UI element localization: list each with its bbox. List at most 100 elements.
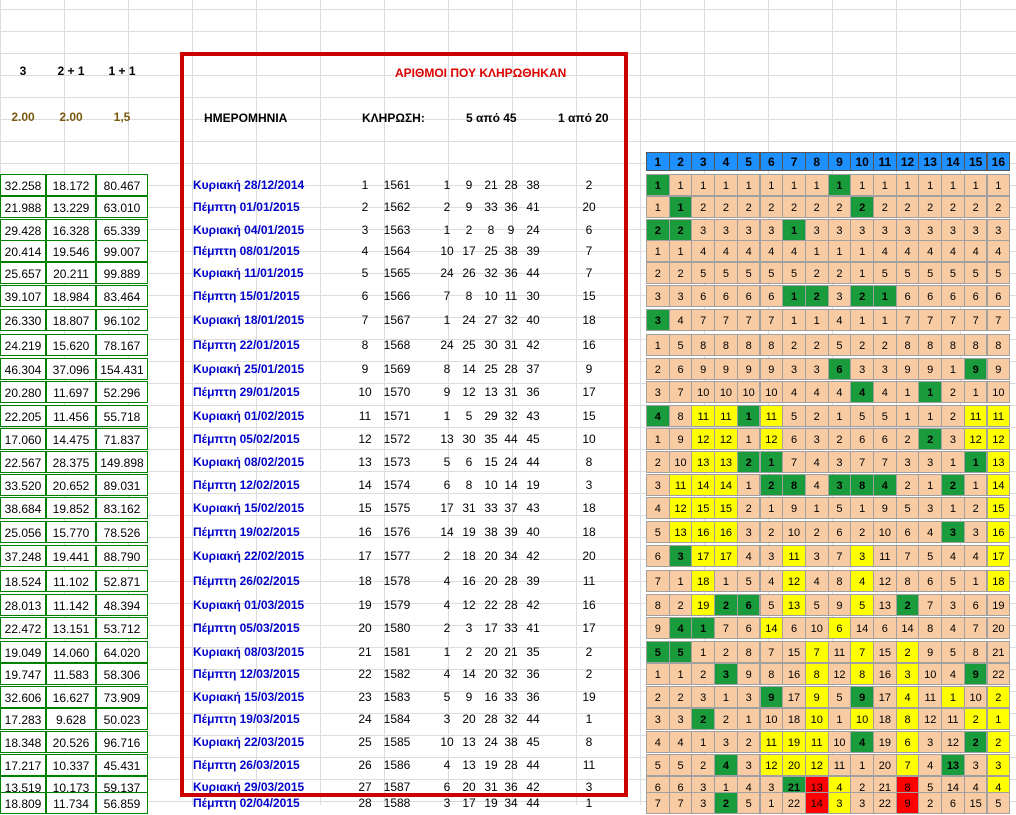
frequency-cell[interactable]: 1 — [668, 663, 693, 685]
frequency-cell[interactable]: 9 — [850, 686, 874, 708]
frequency-cell[interactable]: 5 — [804, 594, 829, 616]
frequency-cell[interactable]: 18 — [691, 570, 716, 592]
frequency-cell[interactable]: 4 — [986, 240, 1011, 262]
frequency-cell[interactable]: 20 — [782, 754, 806, 776]
frequency-cell[interactable]: 10 — [827, 731, 852, 753]
frequency-cell[interactable]: 1 — [759, 792, 784, 814]
frequency-cell[interactable]: 15 — [986, 497, 1011, 519]
frequency-cell[interactable]: 2 — [963, 497, 988, 519]
frequency-cell[interactable]: 9 — [963, 358, 988, 380]
odds-cell[interactable]: 88.790 — [96, 545, 148, 567]
odds-cell[interactable]: 20.211 — [46, 262, 96, 284]
frequency-cell[interactable]: 2 — [986, 731, 1011, 753]
frequency-cell[interactable]: 2 — [963, 708, 988, 730]
frequency-cell[interactable]: 5 — [736, 262, 761, 284]
frequency-cell[interactable]: 3 — [691, 792, 716, 814]
frequency-cell[interactable]: 2 — [941, 405, 965, 427]
frequency-cell[interactable]: 3 — [895, 451, 920, 473]
frequency-cell[interactable]: 2 — [759, 474, 784, 496]
frequency-cell[interactable]: 22 — [873, 792, 897, 814]
frequency-cell[interactable]: 3 — [646, 708, 670, 730]
frequency-cell[interactable]: 1 — [963, 174, 988, 196]
odds-cell[interactable]: 22.205 — [0, 405, 46, 427]
frequency-cell[interactable]: 4 — [646, 497, 670, 519]
frequency-cell[interactable]: 8 — [736, 334, 761, 356]
frequency-cell[interactable]: 8 — [759, 663, 784, 685]
frequency-cell[interactable]: 5 — [646, 521, 670, 543]
frequency-cell[interactable]: 1 — [963, 451, 988, 473]
frequency-cell[interactable]: 5 — [827, 686, 852, 708]
frequency-cell[interactable]: 6 — [895, 731, 920, 753]
odds-cell[interactable]: 22.567 — [0, 451, 46, 473]
frequency-cell[interactable]: 1 — [691, 731, 716, 753]
frequency-cell[interactable]: 2 — [736, 731, 761, 753]
frequency-cell[interactable]: 3 — [918, 497, 943, 519]
frequency-cell[interactable]: 1 — [986, 174, 1011, 196]
frequency-cell[interactable]: 2 — [759, 521, 784, 543]
frequency-cell[interactable]: 7 — [691, 309, 716, 331]
frequency-cell[interactable]: 10 — [736, 381, 761, 403]
frequency-cell[interactable]: 13 — [782, 594, 806, 616]
odds-cell[interactable]: 11.456 — [46, 405, 96, 427]
frequency-cell[interactable]: 5 — [646, 754, 670, 776]
odds-cell[interactable]: 37.096 — [46, 358, 96, 380]
odds-cell[interactable]: 11.734 — [46, 792, 96, 814]
frequency-cell[interactable]: 8 — [895, 334, 920, 356]
frequency-cell[interactable]: 1 — [691, 641, 716, 663]
frequency-cell[interactable]: 5 — [646, 641, 670, 663]
frequency-cell[interactable]: 4 — [804, 381, 829, 403]
frequency-cell[interactable]: 7 — [963, 617, 988, 639]
frequency-cell[interactable]: 3 — [646, 381, 670, 403]
frequency-cell[interactable]: 15 — [691, 497, 716, 519]
frequency-cell[interactable]: 3 — [714, 663, 738, 685]
frequency-cell[interactable]: 1 — [736, 174, 761, 196]
frequency-cell[interactable]: 2 — [986, 196, 1011, 218]
frequency-cell[interactable]: 2 — [804, 196, 829, 218]
odds-cell[interactable]: 24.219 — [0, 334, 46, 356]
frequency-cell[interactable]: 6 — [941, 792, 965, 814]
odds-cell[interactable]: 14.475 — [46, 428, 96, 450]
frequency-cell[interactable]: 3 — [827, 451, 852, 473]
frequency-cell[interactable]: 1 — [850, 240, 874, 262]
frequency-cell[interactable]: 12 — [827, 663, 852, 685]
frequency-cell[interactable]: 3 — [918, 451, 943, 473]
frequency-cell[interactable]: 5 — [850, 405, 874, 427]
frequency-cell[interactable]: 2 — [668, 262, 693, 284]
frequency-cell[interactable]: 4 — [668, 309, 693, 331]
frequency-cell[interactable]: 2 — [827, 428, 852, 450]
frequency-cell[interactable]: 1 — [918, 381, 943, 403]
frequency-cell[interactable]: 3 — [668, 285, 693, 307]
frequency-cell[interactable]: 8 — [736, 641, 761, 663]
frequency-cell[interactable]: 8 — [827, 570, 852, 592]
frequency-cell[interactable]: 4 — [782, 240, 806, 262]
frequency-cell[interactable]: 2 — [804, 521, 829, 543]
frequency-cell[interactable]: 1 — [850, 174, 874, 196]
frequency-cell[interactable]: 15 — [782, 641, 806, 663]
frequency-cell[interactable]: 2 — [646, 262, 670, 284]
frequency-cell[interactable]: 10 — [714, 381, 738, 403]
frequency-cell[interactable]: 9 — [759, 686, 784, 708]
frequency-cell[interactable]: 13 — [691, 451, 716, 473]
frequency-cell[interactable]: 1 — [804, 240, 829, 262]
frequency-cell[interactable]: 1 — [646, 334, 670, 356]
frequency-cell[interactable]: 2 — [646, 451, 670, 473]
frequency-cell[interactable]: 11 — [691, 405, 716, 427]
odds-cell[interactable]: 19.049 — [0, 641, 46, 663]
frequency-cell[interactable]: 2 — [668, 686, 693, 708]
frequency-cell[interactable]: 6 — [941, 285, 965, 307]
frequency-cell[interactable]: 17 — [714, 545, 738, 567]
odds-cell[interactable]: 33.520 — [0, 474, 46, 496]
frequency-cell[interactable]: 10 — [782, 521, 806, 543]
odds-cell[interactable]: 37.248 — [0, 545, 46, 567]
frequency-cell[interactable]: 1 — [714, 174, 738, 196]
frequency-cell[interactable]: 3 — [646, 309, 670, 331]
frequency-cell[interactable]: 9 — [963, 663, 988, 685]
frequency-cell[interactable]: 4 — [646, 405, 670, 427]
frequency-cell[interactable]: 3 — [873, 219, 897, 241]
frequency-cell[interactable]: 5 — [941, 262, 965, 284]
odds-cell[interactable]: 26.330 — [0, 309, 46, 331]
frequency-cell[interactable]: 1 — [850, 497, 874, 519]
odds-cell[interactable]: 50.023 — [96, 708, 148, 730]
frequency-cell[interactable]: 1 — [646, 663, 670, 685]
frequency-cell[interactable]: 2 — [941, 381, 965, 403]
